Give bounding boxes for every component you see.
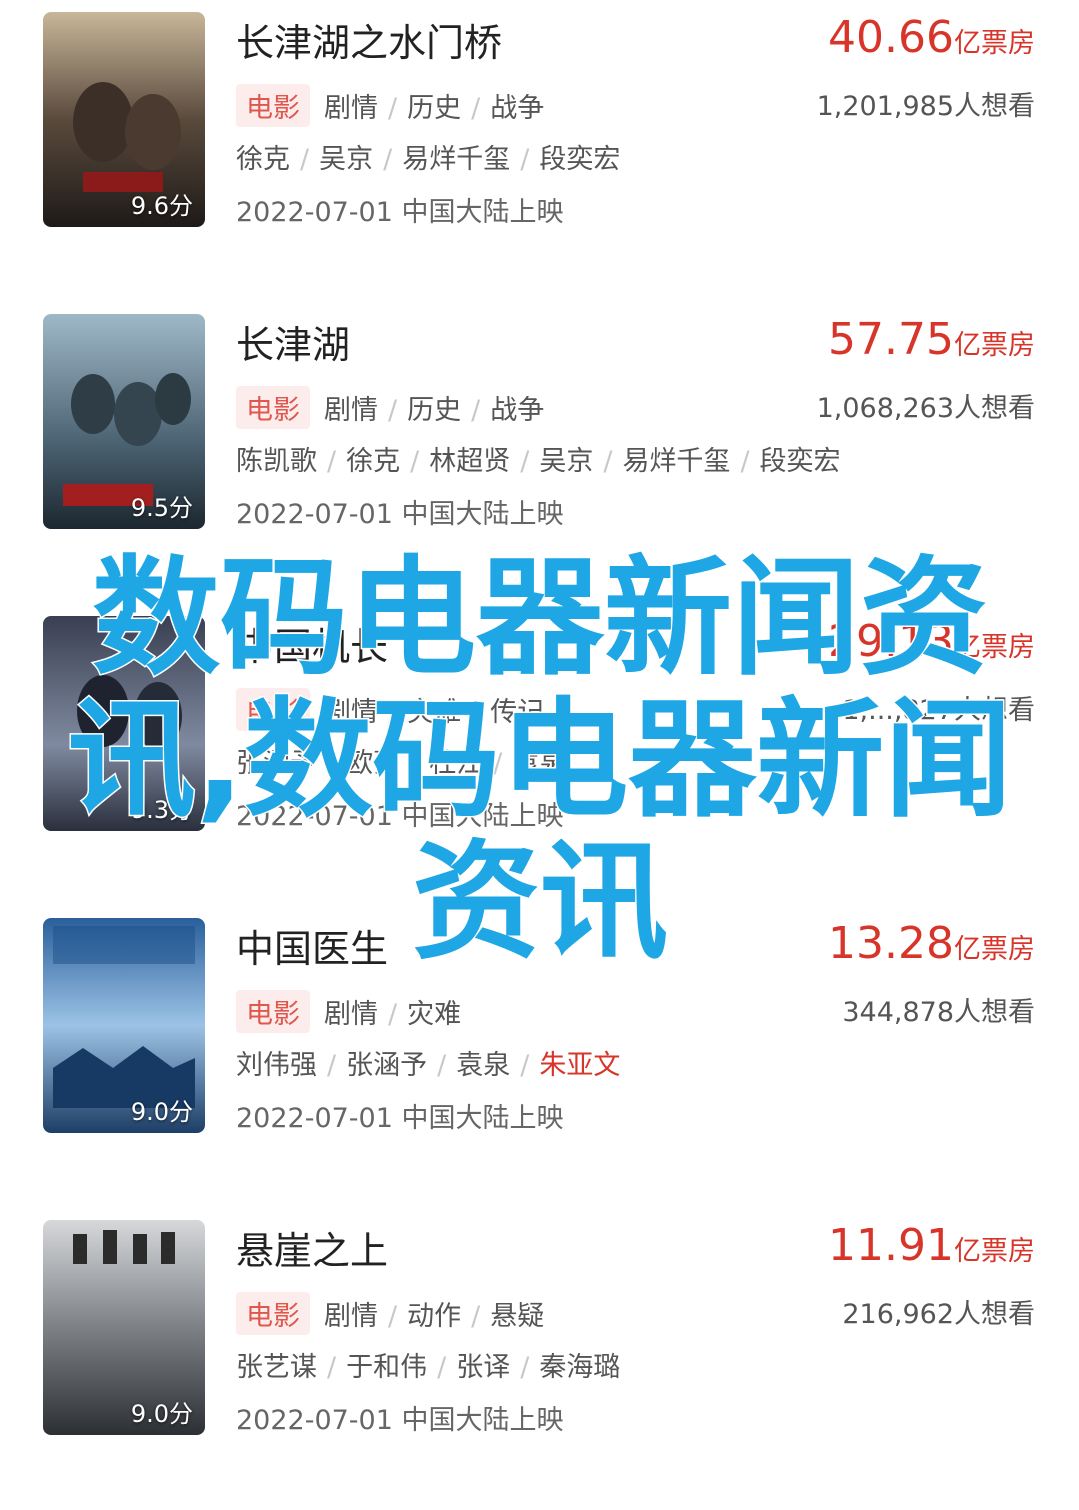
movie-item[interactable]: 9.6分 长津湖之水门桥 40.66亿票房 电影 剧情 / 历史 / 战争 1,201,9… (0, 0, 1079, 302)
overlay-headline: 数码电器新闻资讯,数码电器新闻资讯 (66, 544, 1014, 977)
want-count: 1,201,985人想看 (816, 91, 1035, 122)
cast-row: 徐克 / 吴京 / 易烊千玺 / 段奕宏 (236, 144, 621, 175)
release-info: 2022-07-01 中国大陆上映 (236, 197, 564, 228)
cast-row: 陈凯歌 / 徐克 / 林超贤 / 吴京 / 易烊千玺 / 段奕宏 (236, 446, 841, 477)
movie-title[interactable]: 悬崖之上 (236, 1220, 388, 1275)
box-office: 57.75亿票房 (828, 314, 1035, 365)
rating-label: 9.0分 (130, 1400, 193, 1428)
genre-row: 电影 剧情 / 动作 / 悬疑 (236, 1292, 544, 1335)
release-info: 2022-07-01 中国大陆上映 (236, 1103, 564, 1134)
type-tag: 电影 (236, 990, 310, 1033)
type-tag: 电影 (236, 84, 310, 127)
want-count: 344,878人想看 (842, 997, 1035, 1028)
release-info: 2022-07-01 中国大陆上映 (236, 499, 564, 530)
release-info: 2022-07-01 中国大陆上映 (236, 1405, 564, 1436)
movie-poster[interactable]: 9.5分 (43, 314, 205, 529)
movie-item[interactable]: 9.0分 悬崖之上 11.91亿票房 电影 剧情 / 动作 / 悬疑 216,962人想看… (0, 1208, 1079, 1510)
movie-poster[interactable]: 9.0分 (43, 1220, 205, 1435)
rating-label: 9.5分 (130, 494, 193, 522)
genre-row: 电影 剧情 / 历史 / 战争 (236, 84, 544, 127)
movie-title[interactable]: 长津湖之水门桥 (236, 12, 502, 67)
cast-row: 刘伟强 / 张涵予 / 袁泉 / 朱亚文 (236, 1050, 621, 1081)
rating-label: 9.0分 (130, 1098, 193, 1126)
want-count: 1,068,263人想看 (816, 393, 1035, 424)
genre-row: 电影 剧情 / 灾难 (236, 990, 461, 1033)
rating-label: 9.6分 (130, 192, 193, 220)
box-office: 40.66亿票房 (828, 12, 1035, 63)
movie-title[interactable]: 长津湖 (236, 314, 350, 369)
box-office: 11.91亿票房 (828, 1220, 1035, 1271)
type-tag: 电影 (236, 386, 310, 429)
type-tag: 电影 (236, 1292, 310, 1335)
want-count: 216,962人想看 (842, 1299, 1035, 1330)
genre-row: 电影 剧情 / 历史 / 战争 (236, 386, 544, 429)
cast-row: 张艺谋 / 于和伟 / 张译 / 秦海璐 (236, 1352, 621, 1383)
movie-poster[interactable]: 9.6分 (43, 12, 205, 227)
